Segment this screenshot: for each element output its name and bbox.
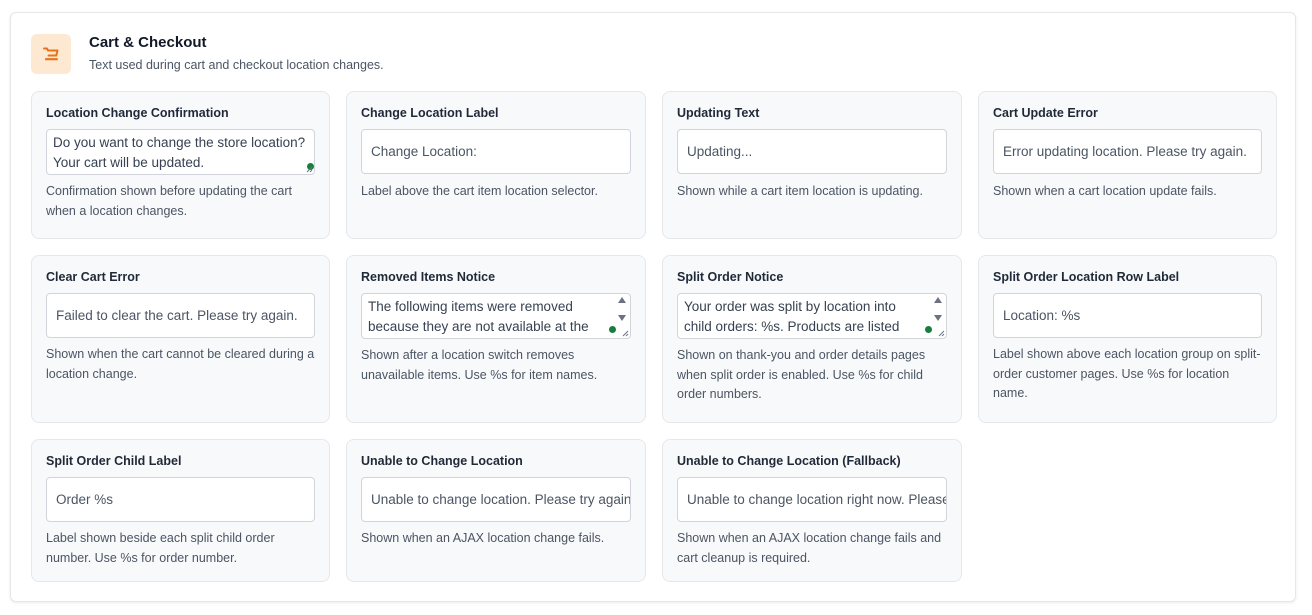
- field-label: Split Order Child Label: [46, 454, 182, 468]
- card-split-order-location-row-label: Split Order Location Row Label Location:…: [978, 255, 1277, 423]
- card-clear-cart-error: Clear Cart Error Failed to clear the car…: [31, 255, 330, 423]
- field-label: Location Change Confirmation: [46, 106, 229, 120]
- split-order-location-row-label-input[interactable]: Location: %s: [993, 293, 1262, 338]
- change-location-label-input[interactable]: Change Location:: [361, 129, 631, 174]
- field-help: Label above the cart item location selec…: [361, 184, 598, 198]
- cart-update-error-input[interactable]: Error updating location. Please try agai…: [993, 129, 1262, 174]
- field-value: The following items were removed because…: [368, 299, 589, 334]
- field-label: Split Order Location Row Label: [993, 270, 1180, 284]
- field-label: Change Location Label: [361, 106, 499, 120]
- field-value: Your order was split by location into ch…: [684, 299, 900, 334]
- split-order-notice-textarea[interactable]: Your order was split by location into ch…: [677, 293, 947, 339]
- scroll-arrows-icon[interactable]: [933, 296, 943, 322]
- field-help: Shown on thank-you and order details pag…: [677, 348, 926, 401]
- card-split-order-notice: Split Order Notice Your order was split …: [662, 255, 962, 423]
- field-help: Label shown above each location group on…: [993, 347, 1261, 400]
- location-change-confirmation-textarea[interactable]: Do you want to change the store location…: [46, 129, 315, 175]
- field-help: Shown while a cart item location is upda…: [677, 184, 923, 198]
- card-change-location-label: Change Location Label Change Location: L…: [346, 91, 646, 239]
- card-unable-to-change-location: Unable to Change Location Unable to chan…: [346, 439, 646, 582]
- fields-grid: Location Change Confirmation Do you want…: [31, 91, 1277, 582]
- removed-items-notice-textarea[interactable]: The following items were removed because…: [361, 293, 631, 339]
- updating-text-input[interactable]: Updating...: [677, 129, 947, 174]
- split-order-child-label-input[interactable]: Order %s: [46, 477, 315, 522]
- resize-grip-icon[interactable]: [305, 165, 313, 173]
- status-dot-icon: [609, 326, 616, 333]
- unable-to-change-location-input[interactable]: Unable to change location. Please try ag…: [361, 477, 631, 522]
- cart-icon: [31, 34, 71, 74]
- field-help: Shown when an AJAX location change fails…: [677, 531, 942, 565]
- card-removed-items-notice: Removed Items Notice The following items…: [346, 255, 646, 423]
- resize-grip-icon[interactable]: [937, 329, 945, 337]
- clear-cart-error-input[interactable]: Failed to clear the cart. Please try aga…: [46, 293, 315, 338]
- field-help: Shown when the cart cannot be cleared du…: [46, 347, 315, 381]
- field-label: Cart Update Error: [993, 106, 1098, 120]
- card-cart-update-error: Cart Update Error Error updating locatio…: [978, 91, 1277, 239]
- status-dot-icon: [925, 326, 932, 333]
- field-help: Shown when a cart location update fails.: [993, 184, 1217, 198]
- cart-checkout-panel: Cart & Checkout Text used during cart an…: [10, 12, 1296, 602]
- card-location-change-confirmation: Location Change Confirmation Do you want…: [31, 91, 330, 239]
- field-help: Shown after a location switch removes un…: [361, 348, 598, 382]
- section-description: Text used during cart and checkout locat…: [89, 58, 384, 72]
- resize-grip-icon[interactable]: [621, 329, 629, 337]
- field-label: Split Order Notice: [677, 270, 784, 284]
- unable-to-change-location-fallback-input[interactable]: Unable to change location right now. Ple…: [677, 477, 947, 522]
- card-split-order-child-label: Split Order Child Label Order %s Label s…: [31, 439, 330, 582]
- card-updating-text: Updating Text Updating... Shown while a …: [662, 91, 962, 239]
- field-label: Clear Cart Error: [46, 270, 140, 284]
- field-label: Removed Items Notice: [361, 270, 496, 284]
- section-title: Cart & Checkout: [89, 34, 207, 51]
- scroll-arrows-icon[interactable]: [617, 296, 627, 322]
- field-label: Unable to Change Location (Fallback): [677, 454, 901, 468]
- card-unable-to-change-location-fallback: Unable to Change Location (Fallback) Una…: [662, 439, 962, 582]
- field-help: Label shown beside each split child orde…: [46, 531, 275, 565]
- field-value: Do you want to change the store location…: [53, 135, 306, 170]
- field-help: Confirmation shown before updating the c…: [46, 184, 292, 218]
- field-label: Unable to Change Location: [361, 454, 523, 468]
- field-help: Shown when an AJAX location change fails…: [361, 531, 605, 545]
- field-label: Updating Text: [677, 106, 760, 120]
